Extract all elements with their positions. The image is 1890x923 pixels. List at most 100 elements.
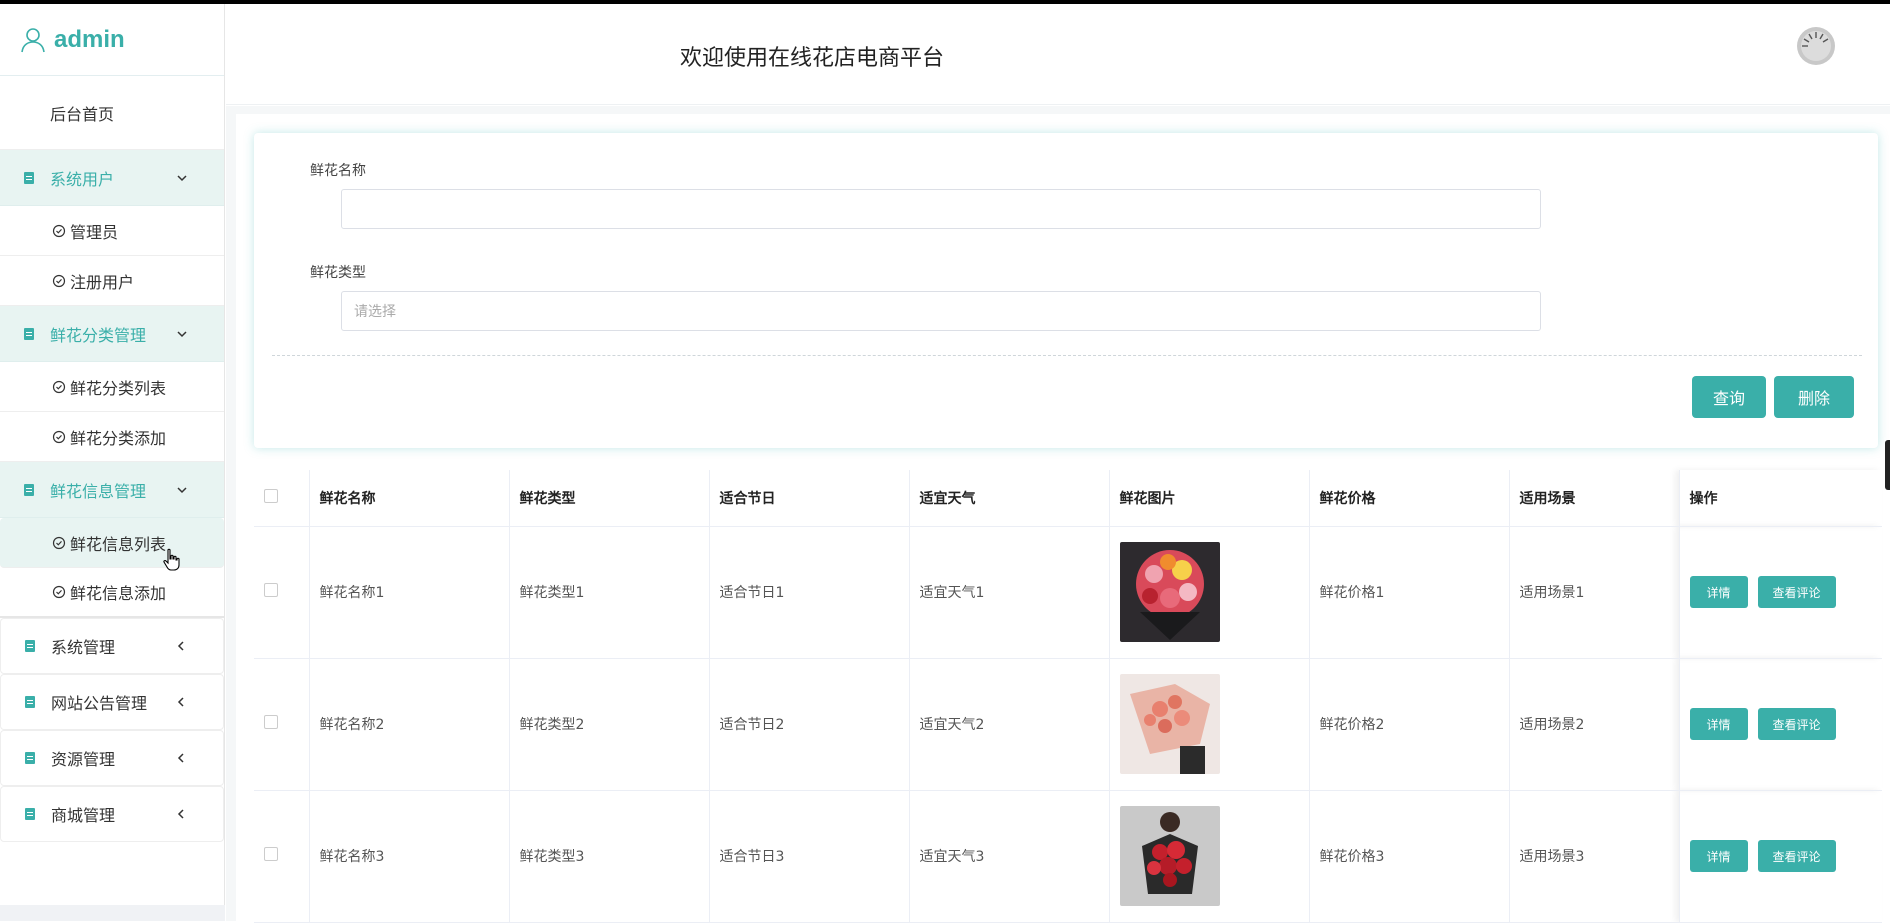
check-circle-icon [52, 274, 66, 287]
search-form: 鲜花名称 鲜花类型 请选择 查询 删除 [254, 133, 1878, 448]
select-all-cell [254, 470, 310, 527]
row-select-cell [254, 658, 310, 791]
table-row: 鲜花名称3 鲜花类型3 适合节日3 适宜天气3 鲜花价格3 适用场景3 详情 查… [254, 790, 1882, 923]
select-all-checkbox[interactable] [264, 488, 278, 503]
sidebar-group-label: 系统管理 [51, 638, 116, 657]
sidebar-item-flower-add[interactable]: 鲜花信息添加 [0, 568, 224, 618]
column-header: 鲜花图片 [1109, 470, 1310, 527]
sidebar-group-resources[interactable]: 资源管理 [0, 730, 224, 786]
check-circle-icon [52, 224, 66, 237]
flower-image[interactable] [1119, 806, 1220, 906]
festival-cell: 适合节日1 [709, 526, 910, 659]
sidebar-group-label: 资源管理 [51, 750, 116, 769]
flower-image[interactable] [1119, 542, 1220, 642]
price-cell: 鲜花价格3 [1309, 790, 1510, 923]
sidebar-group-label: 系统用户 [50, 169, 115, 189]
column-header: 鲜花名称 [309, 470, 510, 527]
view-comments-button[interactable]: 查看评论 [1757, 840, 1836, 872]
sidebar: admin 后台首页 系统用户 管理员 注册用户 鲜花分类管理 鲜花分类列表 鲜… [0, 4, 225, 921]
sidebar-group-mall[interactable]: 商城管理 [0, 786, 224, 842]
chevron-left-icon [177, 641, 184, 651]
sidebar-group-flower-category[interactable]: 鲜花分类管理 [0, 306, 224, 362]
festival-cell: 适合节日2 [709, 658, 910, 791]
actions-cell: 详情 查看评论 [1679, 658, 1882, 791]
scene-cell: 适用场景3 [1509, 790, 1680, 923]
check-circle-icon [52, 380, 66, 393]
header: 欢迎使用在线花店电商平台 [226, 4, 1890, 105]
column-header: 操作 [1679, 470, 1882, 527]
username[interactable]: admin [54, 26, 125, 54]
delete-button[interactable]: 删除 [1774, 376, 1854, 418]
row-checkbox[interactable] [264, 847, 278, 861]
check-circle-icon [52, 536, 66, 549]
sidebar-item-flower-list[interactable]: 鲜花信息列表 [0, 518, 224, 568]
scene-cell: 适用场景1 [1509, 526, 1680, 659]
flower-image[interactable] [1119, 674, 1220, 774]
document-icon [24, 171, 34, 184]
sidebar-footer [0, 905, 225, 921]
sidebar-item-registered-users[interactable]: 注册用户 [0, 256, 224, 306]
flower-name-cell: 鲜花名称1 [309, 526, 510, 659]
sidebar-item-admins[interactable]: 管理员 [0, 206, 224, 256]
document-icon [24, 327, 34, 340]
row-select-cell [254, 526, 310, 659]
chevron-down-icon [177, 174, 187, 181]
price-cell: 鲜花价格2 [1309, 658, 1510, 791]
flower-name-cell: 鲜花名称3 [309, 790, 510, 923]
document-icon [25, 640, 35, 652]
flower-name-cell: 鲜花名称2 [309, 658, 510, 791]
column-header: 适合节日 [709, 470, 910, 527]
view-comments-button[interactable]: 查看评论 [1757, 576, 1836, 608]
detail-button[interactable]: 详情 [1689, 840, 1748, 872]
scene-cell: 适用场景2 [1509, 658, 1680, 791]
page-title: 欢迎使用在线花店电商平台 [680, 46, 945, 71]
document-icon [24, 483, 34, 496]
flower-name-input[interactable] [341, 189, 1541, 229]
column-header: 适宜天气 [909, 470, 1110, 527]
divider [272, 355, 1862, 356]
sidebar-item-label: 鲜花信息列表 [70, 534, 167, 554]
weather-cell: 适宜天气2 [909, 658, 1110, 791]
image-cell [1109, 526, 1310, 659]
chevron-left-icon [177, 697, 184, 707]
sidebar-group-label: 商城管理 [51, 806, 116, 825]
sidebar-group-label: 网站公告管理 [51, 694, 148, 713]
check-circle-icon [52, 585, 66, 599]
flower-type-select[interactable]: 请选择 [341, 291, 1541, 331]
table-row: 鲜花名称1 鲜花类型1 适合节日1 适宜天气1 鲜花价格1 适用场景1 详情 查… [254, 526, 1882, 659]
row-select-cell [254, 790, 310, 923]
scroll-handle[interactable] [1885, 440, 1890, 490]
table-row: 鲜花名称2 鲜花类型2 适合节日2 适宜天气2 鲜花价格2 适用场景2 详情 查… [254, 658, 1882, 791]
sidebar-item-category-add[interactable]: 鲜花分类添加 [0, 412, 224, 462]
row-checkbox[interactable] [264, 583, 278, 597]
sidebar-item-category-list[interactable]: 鲜花分类列表 [0, 362, 224, 412]
sidebar-group-label: 鲜花分类管理 [50, 325, 147, 345]
image-cell [1109, 790, 1310, 923]
sidebar-group-flower-info[interactable]: 鲜花信息管理 [0, 462, 224, 518]
chevron-left-icon [177, 753, 184, 763]
row-checkbox[interactable] [264, 715, 278, 729]
weather-cell: 适宜天气3 [909, 790, 1110, 923]
sidebar-group-system-users[interactable]: 系统用户 [0, 150, 224, 206]
detail-button[interactable]: 详情 [1689, 576, 1748, 608]
column-header: 鲜花类型 [509, 470, 710, 527]
chevron-down-icon [177, 486, 187, 493]
sidebar-item-home[interactable]: 后台首页 [0, 76, 224, 150]
table-header-row: 鲜花名称 鲜花类型 适合节日 适宜天气 鲜花图片 鲜花价格 适用场景 操作 [254, 470, 1882, 527]
column-header: 鲜花价格 [1309, 470, 1510, 527]
query-button[interactable]: 查询 [1692, 376, 1766, 418]
user-icon [21, 27, 45, 52]
sidebar-group-system-management[interactable]: 系统管理 [0, 618, 224, 674]
weather-cell: 适宜天气1 [909, 526, 1110, 659]
chevron-down-icon [177, 330, 187, 337]
detail-button[interactable]: 详情 [1689, 708, 1748, 740]
view-comments-button[interactable]: 查看评论 [1757, 708, 1836, 740]
actions-cell: 详情 查看评论 [1679, 526, 1882, 659]
festival-cell: 适合节日3 [709, 790, 910, 923]
sidebar-item-label: 鲜花分类列表 [70, 378, 167, 398]
flower-table: 鲜花名称 鲜花类型 适合节日 适宜天气 鲜花图片 鲜花价格 适用场景 操作 鲜花… [254, 470, 1882, 923]
document-icon [25, 808, 35, 820]
sidebar-group-announcements[interactable]: 网站公告管理 [0, 674, 224, 730]
flower-type-cell: 鲜花类型3 [509, 790, 710, 923]
avatar[interactable] [1796, 26, 1836, 66]
